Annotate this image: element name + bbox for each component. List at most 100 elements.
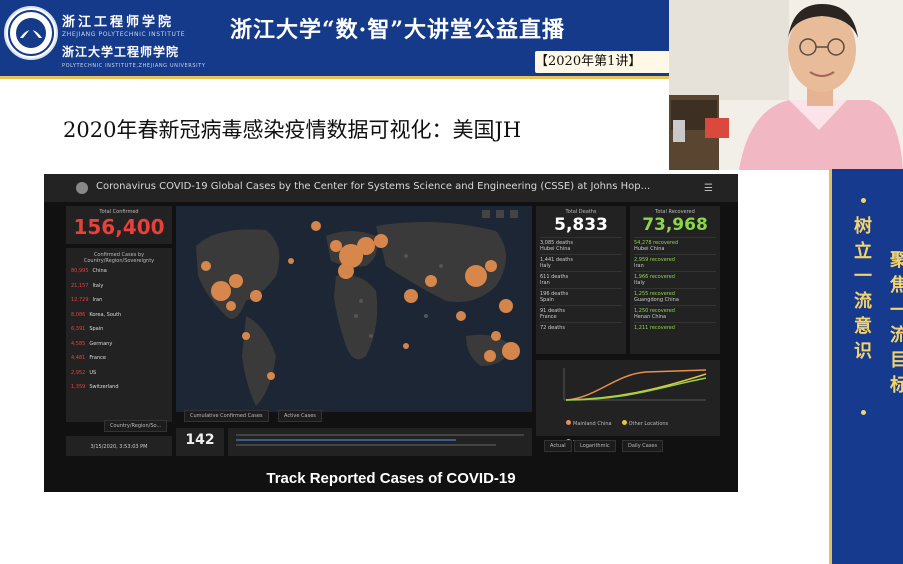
- country-name: Italy: [92, 282, 104, 289]
- country-row[interactable]: 4,585 Germany: [71, 341, 112, 351]
- total-confirmed-value: 156,400: [73, 215, 165, 239]
- motto-column-1: 树立一流意识: [854, 216, 872, 362]
- country-list-panel: Confirmed Cases by Country/Region/Sovere…: [66, 248, 172, 422]
- row-place: Spain: [540, 297, 554, 303]
- country-count: 80,995: [71, 268, 89, 274]
- row-place: Italy: [540, 263, 551, 269]
- country-count: 21,157: [71, 282, 89, 289]
- country-row[interactable]: 80,995 China: [71, 268, 107, 278]
- country-name: Switzerland: [89, 384, 119, 390]
- last-updated-panel: 3/15/2020, 3:53:03 PM: [66, 436, 172, 456]
- info-text-panel: [228, 428, 532, 456]
- country-row[interactable]: 8,086 Korea, South: [71, 312, 121, 322]
- country-count: 4,481: [71, 355, 86, 361]
- country-name: China: [92, 268, 107, 274]
- deaths-list: 3,085 deaths Hubei China 1,441 deaths Italy…: [536, 237, 626, 331]
- country-count: 8,086: [71, 311, 86, 318]
- country-row[interactable]: 21,157 Italy: [71, 283, 103, 293]
- recovered-row: 54,278 recovered Hubei China: [634, 237, 716, 252]
- deaths-row: 611 deaths Iran: [540, 271, 622, 286]
- country-name: Spain: [89, 326, 104, 332]
- country-count: 12,729: [71, 297, 89, 303]
- map-zoom-out-icon[interactable]: [496, 210, 504, 218]
- total-confirmed-panel: Total Confirmed 156,400: [66, 206, 172, 244]
- covid-dashboard: Coronavirus COVID-19 Global Cases by the…: [44, 174, 738, 492]
- legend-swatch: [621, 420, 627, 425]
- country-name: France: [89, 355, 106, 361]
- webcam-video: [669, 0, 903, 170]
- legend-swatch: [566, 420, 571, 425]
- row-place: Henan China: [634, 314, 667, 320]
- world-map[interactable]: [176, 206, 532, 412]
- country-row[interactable]: 2,952 US: [71, 370, 96, 380]
- row-count: 72 deaths: [540, 325, 565, 331]
- recovered-row: 2,959 recovered Iran: [634, 254, 716, 269]
- row-place: Hubei China: [634, 246, 665, 252]
- school2-name: 浙江大学工程师学院: [62, 45, 180, 59]
- lecture-number-badge: 【2020年第1讲】: [535, 51, 670, 73]
- legend-label: Mainland China: [573, 421, 612, 427]
- dashboard-caption: Track Reported Cases of COVID-19: [266, 470, 516, 487]
- map-home-icon[interactable]: [510, 210, 518, 218]
- school-name-en: ZHEJIANG POLYTECHNIC INSTITUTE: [62, 31, 186, 38]
- slide-heading: 2020年春新冠病毒感染疫情数据可视化：美国JH: [63, 118, 522, 142]
- recovered-row: 1,250 recovered Henan China: [634, 305, 716, 320]
- legend-entry: Mainland China: [566, 420, 612, 427]
- deaths-row: 1,441 deaths Italy: [540, 254, 622, 269]
- sidebar-gold-border: [829, 169, 832, 564]
- recovered-list: 54,278 recovered Hubei China 2,959 recover…: [630, 237, 720, 331]
- country-count: 4,585: [71, 340, 86, 347]
- country-count: 2,952: [71, 369, 86, 376]
- chart-tab-daily[interactable]: Daily Cases: [622, 440, 664, 452]
- country-list-tab[interactable]: Country/Region/So...: [104, 420, 168, 432]
- chart-tab-actual[interactable]: Actual: [544, 440, 572, 452]
- row-place: Iran: [634, 263, 644, 269]
- row-count: 1,211 recovered: [634, 325, 675, 331]
- recovered-row: 1,966 recovered Italy: [634, 271, 716, 286]
- chart-tab-log[interactable]: Logarithmic: [574, 440, 616, 452]
- row-place: Guangdong China: [634, 297, 679, 303]
- country-count: 1,359: [71, 384, 86, 390]
- total-recovered-panel: Total Recovered 73,968 54,278 recovered H…: [630, 206, 720, 354]
- deaths-row: 91 deaths France: [540, 305, 622, 320]
- bullet-dot: [861, 410, 866, 415]
- jhu-shield-icon: [76, 182, 88, 194]
- bullet-dot: [861, 198, 866, 203]
- country-row[interactable]: 6,391 Spain: [71, 326, 103, 336]
- country-list-header: Confirmed Cases by Country/Region/Sovere…: [83, 252, 155, 264]
- map-tab-active[interactable]: Active Cases: [278, 410, 322, 422]
- deaths-row: 3,085 deaths Hubei China: [540, 237, 622, 252]
- map-zoom-in-icon[interactable]: [482, 210, 490, 218]
- deaths-row: 72 deaths: [540, 322, 622, 331]
- map-tab-cumulative[interactable]: Cumulative Confirmed Cases: [184, 410, 269, 422]
- row-place: Hubei China: [540, 246, 571, 252]
- motto-column-2: 聚焦一流目标: [890, 250, 903, 396]
- country-count: 6,391: [71, 326, 86, 332]
- row-place: Iran: [540, 280, 550, 286]
- country-count-panel: 142: [176, 428, 224, 456]
- motto-column-2-clip: 聚焦一流目标: [888, 248, 903, 488]
- recovered-row: 1,255 recovered Guangdong China: [634, 288, 716, 303]
- row-place: France: [540, 314, 557, 320]
- deaths-row: 196 deaths Spain: [540, 288, 622, 303]
- legend-label: Other Locations: [628, 421, 669, 427]
- lecture-title: 浙江大学“数·智”大讲堂公益直播: [230, 17, 565, 43]
- school2-name-en: POLYTECHNIC INSTITUTE,ZHEJIANG UNIVERSIT…: [62, 63, 206, 69]
- total-recovered-value: 73,968: [642, 215, 708, 235]
- university-logo: [4, 6, 58, 60]
- total-deaths-value: 5,833: [554, 215, 608, 235]
- school-name: 浙江工程师学院: [62, 15, 175, 30]
- country-row[interactable]: 1,359 Switzerland: [71, 384, 119, 394]
- country-name: Germany: [89, 340, 113, 347]
- country-count-value: 142: [185, 432, 215, 448]
- cases-chart: [563, 368, 707, 401]
- country-row[interactable]: 4,481 France: [71, 355, 106, 365]
- hamburger-menu-icon[interactable]: ☰: [704, 183, 713, 194]
- cases-chart-panel: Mainland ChinaOther LocationsTotal Recov…: [536, 360, 720, 446]
- last-updated-value: 3/15/2020, 3:53:03 PM: [90, 444, 148, 450]
- total-deaths-panel: Total Deaths 5,833 3,085 deaths Hubei Chi…: [536, 206, 626, 354]
- country-name: Iran: [92, 297, 103, 303]
- legend-entry: Other Locations: [621, 420, 669, 427]
- country-name: Korea, South: [89, 311, 122, 318]
- country-row[interactable]: 12,729 Iran: [71, 297, 102, 307]
